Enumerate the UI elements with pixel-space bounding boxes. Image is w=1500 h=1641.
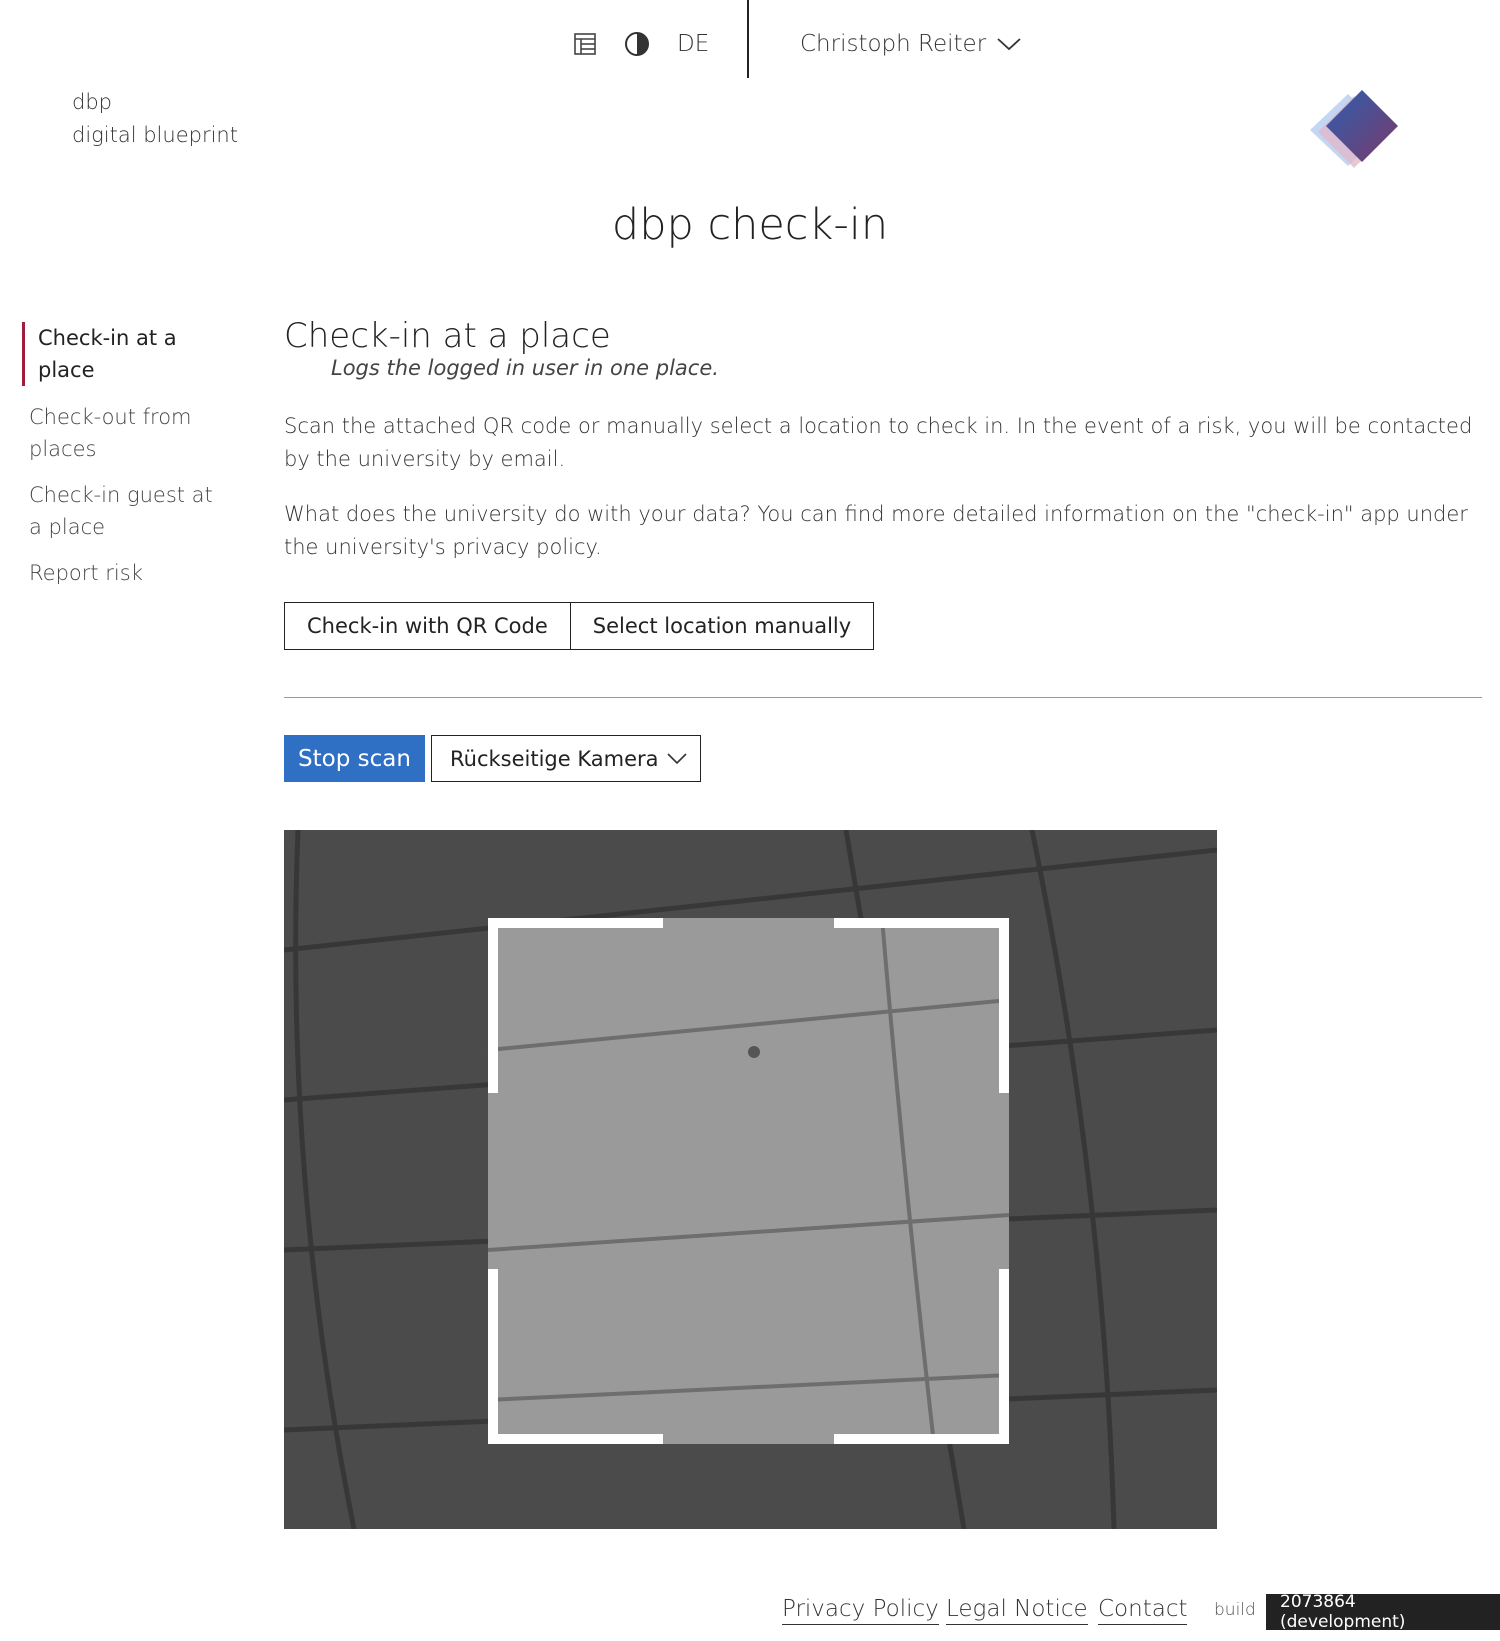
user-name: Christoph Reiter: [800, 31, 987, 57]
layout-icon[interactable]: [565, 24, 605, 64]
page-title: Check-in at a place: [284, 316, 611, 356]
chevron-down-icon: [667, 752, 687, 764]
contact-link[interactable]: Contact: [1098, 1594, 1188, 1625]
description-text: Scan the attached QR code or manually se…: [284, 414, 1473, 471]
camera-preview: [284, 830, 1217, 1529]
chevron-down-icon: [997, 38, 1021, 51]
language-switch[interactable]: DE: [677, 24, 709, 64]
page-subtitle: Logs the logged in user in one place.: [331, 356, 719, 380]
app-title: dbp check-in: [611, 200, 889, 250]
sidebar-item-check-out[interactable]: Check-out from places: [29, 401, 219, 465]
camera-select-value: Rückseitige Kamera: [450, 746, 659, 771]
build-badge: 2073864 (development): [1266, 1592, 1500, 1632]
sidebar-item-check-in[interactable]: Check-in at a place: [22, 322, 228, 386]
user-menu[interactable]: Christoph Reiter: [800, 24, 1022, 64]
select-location-button[interactable]: Select location manually: [570, 602, 875, 650]
legal-notice-link[interactable]: Legal Notice: [946, 1594, 1088, 1625]
check-in-mode-group: Check-in with QR Code Select location ma…: [284, 602, 875, 650]
stop-scan-button[interactable]: Stop scan: [284, 735, 425, 782]
privacy-info-text: What does the university do with your da…: [284, 502, 1468, 559]
logo-line-1: dbp: [72, 90, 112, 114]
qr-code-button[interactable]: Check-in with QR Code: [284, 602, 571, 650]
logo-text: dbp digital blueprint: [72, 86, 238, 152]
sidebar-item-report-risk[interactable]: Report risk: [29, 557, 219, 589]
footer-links-3: Contact: [1098, 1594, 1188, 1625]
divider: [284, 697, 1482, 698]
sidebar-item-guest-check-in[interactable]: Check-in guest at a place: [29, 479, 219, 543]
privacy-policy-link[interactable]: Privacy Policy: [782, 1594, 939, 1625]
header-divider: [747, 0, 749, 78]
logo-line-2: digital blueprint: [72, 123, 238, 147]
footer-links: Privacy Policy: [782, 1594, 939, 1625]
footer-links-2: Legal Notice: [946, 1594, 1088, 1625]
contrast-icon[interactable]: [617, 24, 657, 64]
camera-select[interactable]: Rückseitige Kamera: [431, 735, 701, 782]
brand-logo: [1310, 86, 1430, 176]
build-label: build: [1214, 1600, 1256, 1620]
